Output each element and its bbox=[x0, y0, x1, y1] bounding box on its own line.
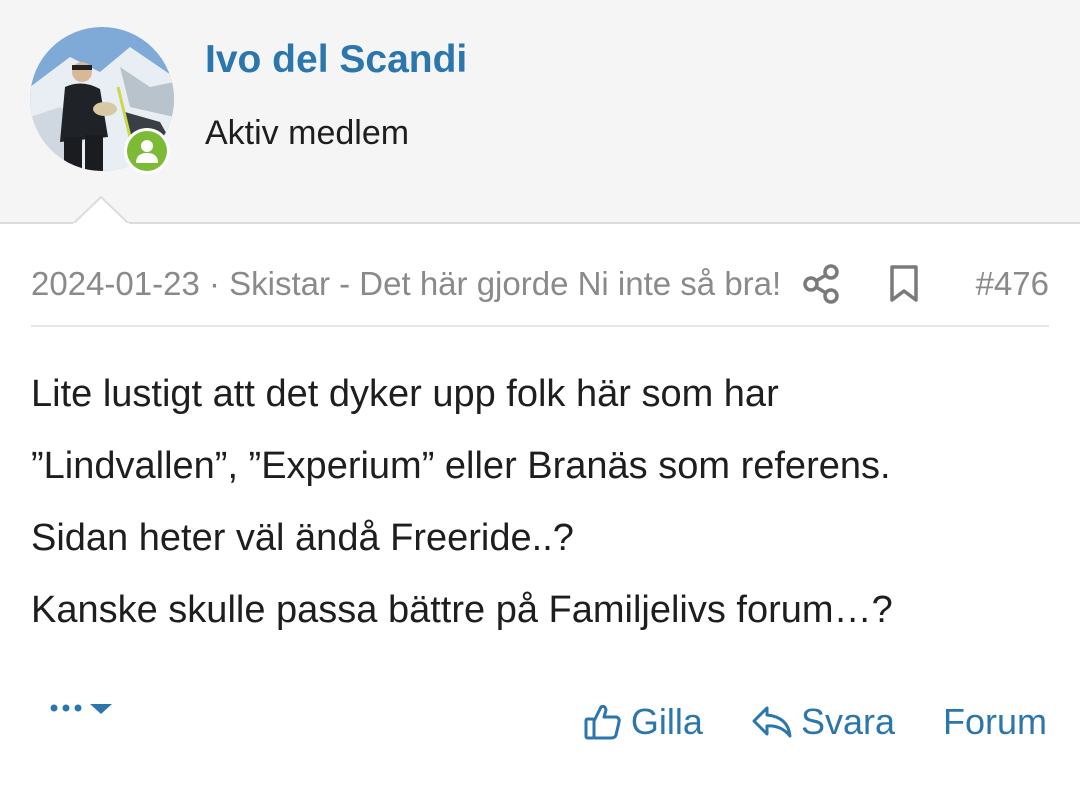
more-options-button[interactable] bbox=[48, 692, 128, 724]
divider bbox=[31, 325, 1049, 327]
bookmark-button[interactable] bbox=[886, 262, 922, 306]
post-meta-row: 2024-01-23 · Skistar - Det här gjorde Ni… bbox=[31, 262, 1049, 312]
author-title: Aktiv medlem bbox=[205, 114, 410, 152]
more-dots-icon bbox=[50, 704, 82, 712]
online-status-badge bbox=[124, 128, 170, 174]
chevron-down-icon bbox=[90, 704, 112, 714]
forum-label: Forum bbox=[942, 701, 1047, 742]
share-button[interactable] bbox=[801, 262, 843, 306]
author-header: Ivo del Scandi Aktiv medlem bbox=[0, 0, 1080, 224]
post-line: Sidan heter väl ändå Freeride..? bbox=[31, 517, 574, 559]
post-line: Lite lustigt att det dyker upp folk här … bbox=[31, 373, 779, 415]
post-actions: Gilla Svara Forum bbox=[583, 692, 1047, 752]
share-icon bbox=[803, 264, 839, 304]
reply-icon bbox=[752, 706, 792, 738]
forum-link[interactable]: Forum bbox=[943, 701, 1047, 743]
like-button[interactable]: Gilla bbox=[583, 701, 703, 743]
post-meta[interactable]: 2024-01-23 · Skistar - Det här gjorde Ni… bbox=[31, 265, 799, 303]
header-pointer-caret bbox=[73, 196, 129, 226]
user-online-icon bbox=[127, 131, 167, 171]
post-number-link[interactable]: #476 bbox=[976, 265, 1049, 303]
bookmark-icon bbox=[890, 265, 918, 302]
reply-label: Svara bbox=[800, 701, 895, 742]
author-name[interactable]: Ivo del Scandi bbox=[205, 38, 467, 82]
post-body: Lite lustigt att det dyker upp folk här … bbox=[31, 358, 1049, 646]
reply-button[interactable]: Svara bbox=[751, 701, 895, 743]
post-line: Kanske skulle passa bättre på Familjeliv… bbox=[31, 589, 893, 631]
like-label: Gilla bbox=[630, 701, 703, 742]
thumbs-up-icon bbox=[584, 704, 621, 740]
post-line: ”Lindvallen”, ”Experium” eller Branäs so… bbox=[31, 445, 891, 487]
